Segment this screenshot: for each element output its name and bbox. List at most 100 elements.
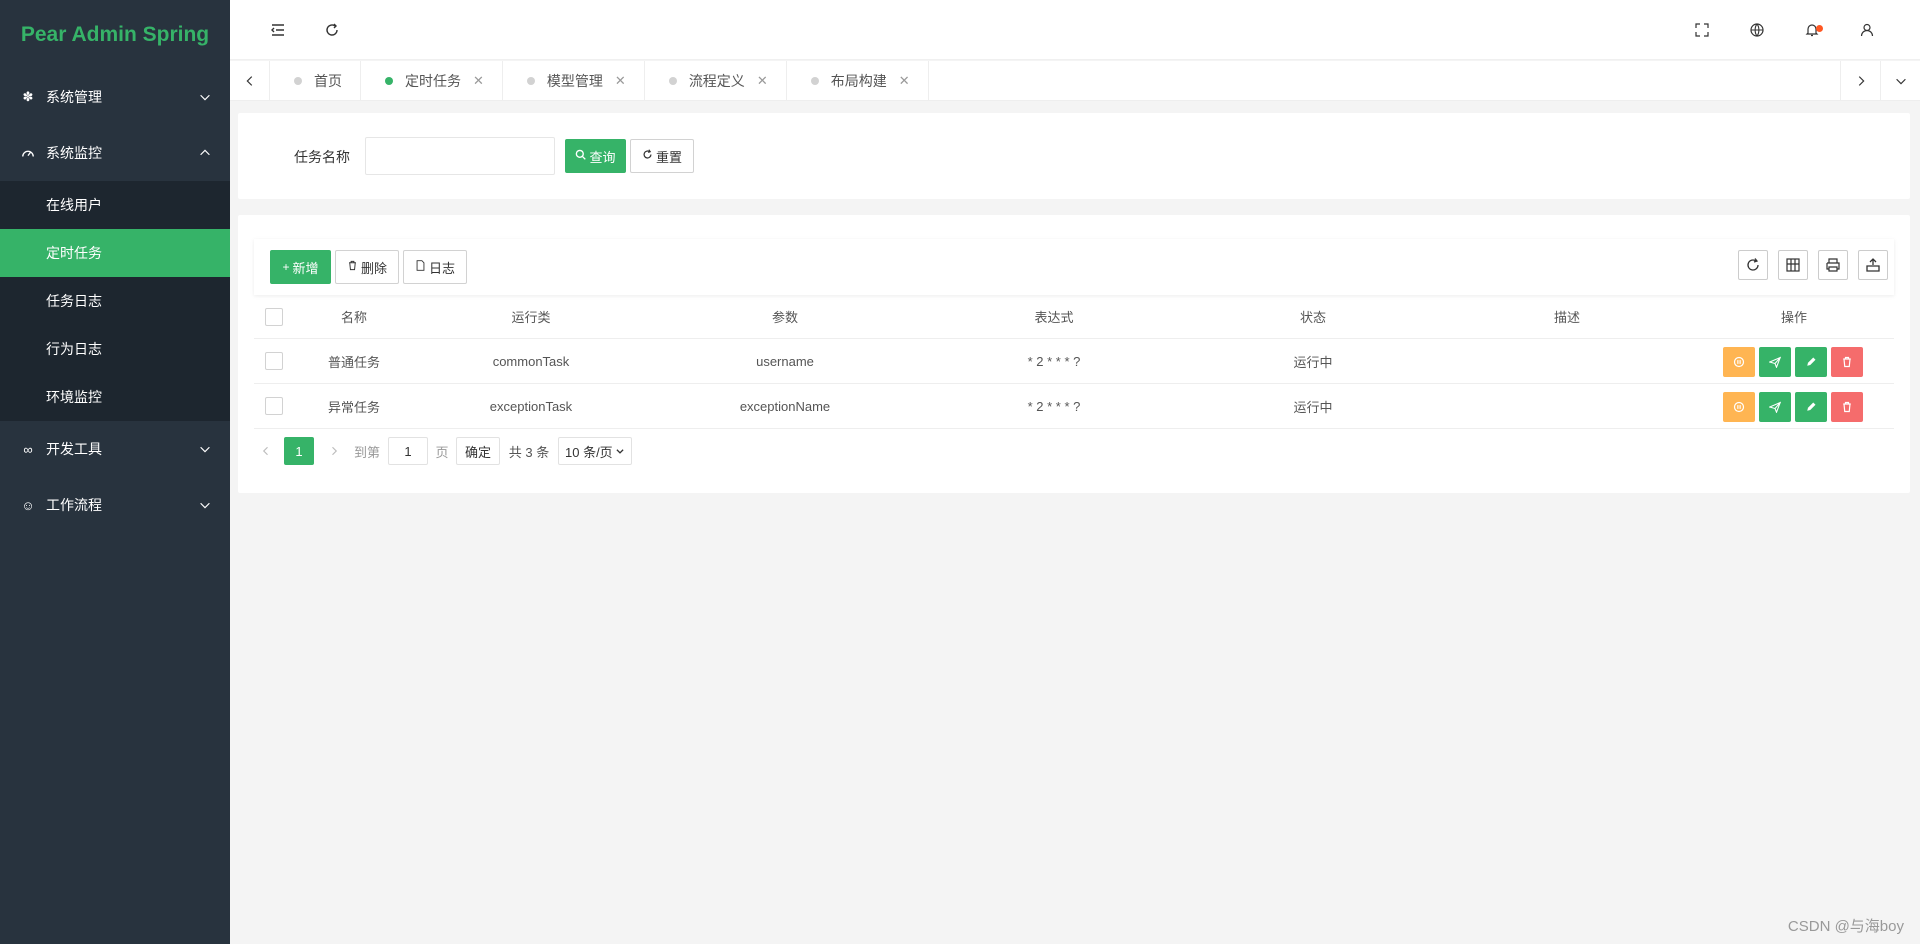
- delete-row-button[interactable]: [1831, 392, 1863, 422]
- pause-button[interactable]: [1723, 392, 1755, 422]
- tab-home[interactable]: 首页: [270, 61, 361, 101]
- sidebar-item-behavior-log[interactable]: 行为日志: [0, 325, 230, 373]
- globe-icon[interactable]: [1745, 18, 1769, 42]
- cell-expression: * 2 * * * ?: [1027, 353, 1081, 369]
- cell-status: 运行中: [1293, 354, 1333, 370]
- app-logo[interactable]: Pear Admin Spring: [0, 0, 230, 69]
- sidebar-item-dev-tools[interactable]: ∞ 开发工具: [0, 421, 230, 477]
- task-name-label: 任务名称: [294, 149, 350, 165]
- column-header-name[interactable]: 名称: [294, 295, 414, 338]
- cell-description: [1440, 339, 1694, 383]
- sidebar-item-system-monitor[interactable]: 系统监控: [0, 125, 230, 181]
- prev-page-icon[interactable]: [254, 437, 278, 465]
- cell-param: exceptionName: [739, 398, 831, 414]
- reset-button[interactable]: 重置: [630, 139, 694, 173]
- tab-list: 首页 定时任务 ✕ 模型管理 ✕ 流程定义 ✕ 布局构建 ✕: [270, 61, 929, 101]
- refresh-icon[interactable]: [1738, 250, 1768, 280]
- goto-prefix-label: 到第: [353, 444, 380, 460]
- smile-icon: ☺: [21, 497, 35, 513]
- tab-menu-button[interactable]: [1880, 61, 1920, 101]
- cell-name: 普通任务: [327, 354, 380, 370]
- sidebar-item-workflow[interactable]: ☺ 工作流程: [0, 477, 230, 533]
- run-button[interactable]: [1759, 347, 1791, 377]
- close-icon[interactable]: ✕: [473, 73, 484, 89]
- tab-layout-builder[interactable]: 布局构建 ✕: [787, 61, 929, 101]
- chevron-down-icon: [1895, 78, 1906, 85]
- edit-button[interactable]: [1795, 392, 1827, 422]
- pagination: 1 到第 1 页 确定 共 3 条 10 条/页: [254, 437, 1254, 467]
- column-header-status[interactable]: 状态: [1186, 295, 1440, 338]
- table-row: 异常任务 exceptionTask exceptionName * 2 * *…: [254, 384, 1894, 429]
- column-header-param[interactable]: 参数: [648, 295, 922, 338]
- delete-button[interactable]: 删除: [335, 250, 399, 284]
- goto-confirm-button[interactable]: 确定: [456, 437, 500, 465]
- sidebar-item-label: 系统监控: [46, 145, 102, 161]
- page-size-select[interactable]: 10 条/页: [558, 437, 632, 465]
- tab-label: 流程定义: [688, 73, 745, 89]
- cell-status: 运行中: [1293, 399, 1333, 415]
- column-header-expression[interactable]: 表达式: [922, 295, 1186, 338]
- sidebar-item-system-management[interactable]: ✽ 系统管理: [0, 69, 230, 125]
- cell-expression: * 2 * * * ?: [1027, 398, 1081, 414]
- log-button-label: 日志: [428, 260, 455, 276]
- close-icon[interactable]: ✕: [899, 73, 910, 89]
- tab-scroll-left-button[interactable]: [230, 61, 270, 101]
- column-header-description[interactable]: 描述: [1440, 295, 1694, 338]
- tab-model-management[interactable]: 模型管理 ✕: [503, 61, 645, 101]
- print-icon[interactable]: [1818, 250, 1848, 280]
- table-row: 普通任务 commonTask username * 2 * * * ? 运行中: [254, 339, 1894, 384]
- tab-scroll-right-button[interactable]: [1840, 61, 1880, 101]
- close-icon[interactable]: ✕: [615, 73, 626, 89]
- send-icon: [1769, 356, 1781, 368]
- reset-button-label: 重置: [655, 149, 682, 165]
- pencil-icon: [1807, 402, 1816, 411]
- query-button-label: 查询: [589, 149, 616, 165]
- select-all-checkbox[interactable]: [265, 307, 283, 326]
- menu-fold-icon[interactable]: [266, 18, 290, 42]
- tab-process-definition[interactable]: 流程定义 ✕: [645, 61, 787, 101]
- bell-icon[interactable]: [1800, 18, 1824, 42]
- tab-label: 布局构建: [830, 73, 887, 89]
- tab-dot: [810, 77, 819, 85]
- select-all-cell: [254, 295, 294, 338]
- goto-page-input[interactable]: 1: [388, 437, 428, 465]
- export-icon[interactable]: [1858, 250, 1888, 280]
- trash-icon: [347, 260, 358, 274]
- tab-dot: [668, 77, 677, 85]
- sidebar-item-env-monitor[interactable]: 环境监控: [0, 373, 230, 421]
- table-header: 名称 运行类 参数 表达式 状态 描述 操作: [254, 295, 1894, 339]
- pencil-icon: [1807, 357, 1816, 366]
- column-header-actions: 操作: [1780, 310, 1807, 325]
- delete-row-button[interactable]: [1831, 347, 1863, 377]
- row-checkbox[interactable]: [265, 352, 283, 370]
- row-checkbox[interactable]: [265, 397, 283, 415]
- sidebar-item-online-users[interactable]: 在线用户: [0, 181, 230, 229]
- sidebar-item-label: 系统管理: [46, 89, 102, 105]
- fullscreen-icon[interactable]: [1690, 18, 1714, 42]
- page-button-current[interactable]: 1: [284, 437, 314, 465]
- cell-name: 异常任务: [327, 399, 380, 415]
- log-button[interactable]: 日志: [403, 250, 467, 284]
- pause-button[interactable]: [1723, 347, 1755, 377]
- columns-icon[interactable]: [1778, 250, 1808, 280]
- chevron-down-icon: [616, 449, 624, 454]
- refresh-icon[interactable]: [320, 18, 344, 42]
- sidebar-item-scheduled-tasks[interactable]: 定时任务: [0, 229, 230, 277]
- task-name-input[interactable]: [365, 137, 555, 175]
- column-header-class[interactable]: 运行类: [414, 295, 648, 338]
- sidebar-item-label: 工作流程: [46, 497, 102, 513]
- delete-button-label: 删除: [360, 260, 387, 276]
- run-button[interactable]: [1759, 392, 1791, 422]
- close-icon[interactable]: ✕: [757, 73, 768, 89]
- table-card: + 新增 删除 日志 名称 运行类 参数 表达式 状态 描述 操作 普通任务 c…: [238, 215, 1910, 493]
- sidebar-item-task-log[interactable]: 任务日志: [0, 277, 230, 325]
- add-button[interactable]: + 新增: [270, 250, 331, 284]
- query-button[interactable]: 查询: [565, 139, 626, 173]
- sidebar-item-label: 开发工具: [46, 441, 102, 457]
- next-page-icon[interactable]: [322, 437, 346, 465]
- more-icon[interactable]: [1910, 18, 1920, 42]
- user-icon[interactable]: [1855, 18, 1879, 42]
- cell-param: username: [756, 353, 814, 369]
- tab-scheduled-tasks[interactable]: 定时任务 ✕: [361, 61, 503, 101]
- edit-button[interactable]: [1795, 347, 1827, 377]
